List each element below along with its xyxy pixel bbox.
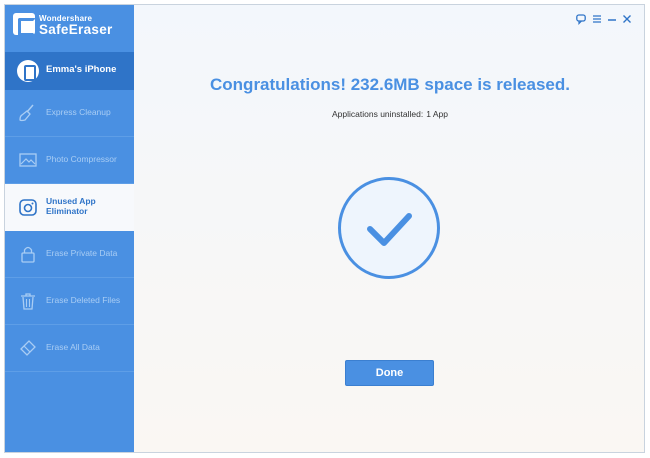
sidebar-item-label: Unused App Eliminator: [46, 196, 96, 216]
app-camera-icon: [19, 199, 37, 216]
sidebar-item-unused-app-eliminator[interactable]: Unused App Eliminator: [5, 184, 134, 231]
main-panel: Congratulations! 232.6MB space is releas…: [134, 5, 644, 452]
iphone-icon: [17, 60, 39, 82]
sidebar-item-erase-deleted-files[interactable]: Erase Deleted Files: [5, 278, 134, 325]
sidebar: Wondershare SafeEraser Emma's iPhone Exp…: [5, 5, 134, 452]
minimize-icon[interactable]: [607, 13, 617, 25]
brand-product-name: SafeEraser: [39, 22, 113, 37]
sidebar-item-erase-private-data[interactable]: Erase Private Data: [5, 231, 134, 278]
done-button[interactable]: Done: [345, 360, 434, 386]
sidebar-menu: Express Cleanup Photo Compressor Unused …: [5, 90, 134, 372]
window-controls: [576, 13, 636, 25]
device-selector[interactable]: Emma's iPhone: [5, 52, 134, 90]
brand-header: Wondershare SafeEraser: [5, 5, 134, 52]
lock-icon: [21, 246, 35, 263]
uninstalled-label: Applications uninstalled:: [332, 109, 424, 119]
safeeraser-logo-icon: [13, 13, 36, 36]
sidebar-item-label: Photo Compressor: [46, 154, 117, 164]
eraser-icon: [20, 340, 36, 356]
sidebar-item-label: Erase Private Data: [46, 248, 118, 258]
sidebar-item-label: Erase All Data: [46, 342, 100, 352]
result-headline: Congratulations! 232.6MB space is releas…: [210, 75, 570, 94]
broom-icon: [19, 104, 34, 122]
uninstalled-count: 1 App: [426, 109, 448, 119]
sidebar-item-label: Express Cleanup: [46, 107, 111, 117]
sidebar-item-erase-all-data[interactable]: Erase All Data: [5, 325, 134, 372]
device-name: Emma's iPhone: [46, 64, 117, 75]
success-badge: [338, 177, 440, 279]
menu-icon[interactable]: [592, 13, 602, 25]
trash-icon: [21, 293, 35, 310]
sidebar-item-label: Erase Deleted Files: [46, 295, 121, 305]
image-icon: [19, 153, 37, 167]
checkmark-icon: [367, 213, 412, 246]
feedback-icon[interactable]: [576, 13, 586, 25]
sidebar-item-photo-compressor[interactable]: Photo Compressor: [5, 137, 134, 184]
close-icon[interactable]: [622, 13, 632, 25]
sidebar-item-express-cleanup[interactable]: Express Cleanup: [5, 90, 134, 137]
app-window: Wondershare SafeEraser Emma's iPhone Exp…: [4, 4, 645, 453]
result-summary: Applications uninstalled: 1 App: [134, 109, 644, 119]
